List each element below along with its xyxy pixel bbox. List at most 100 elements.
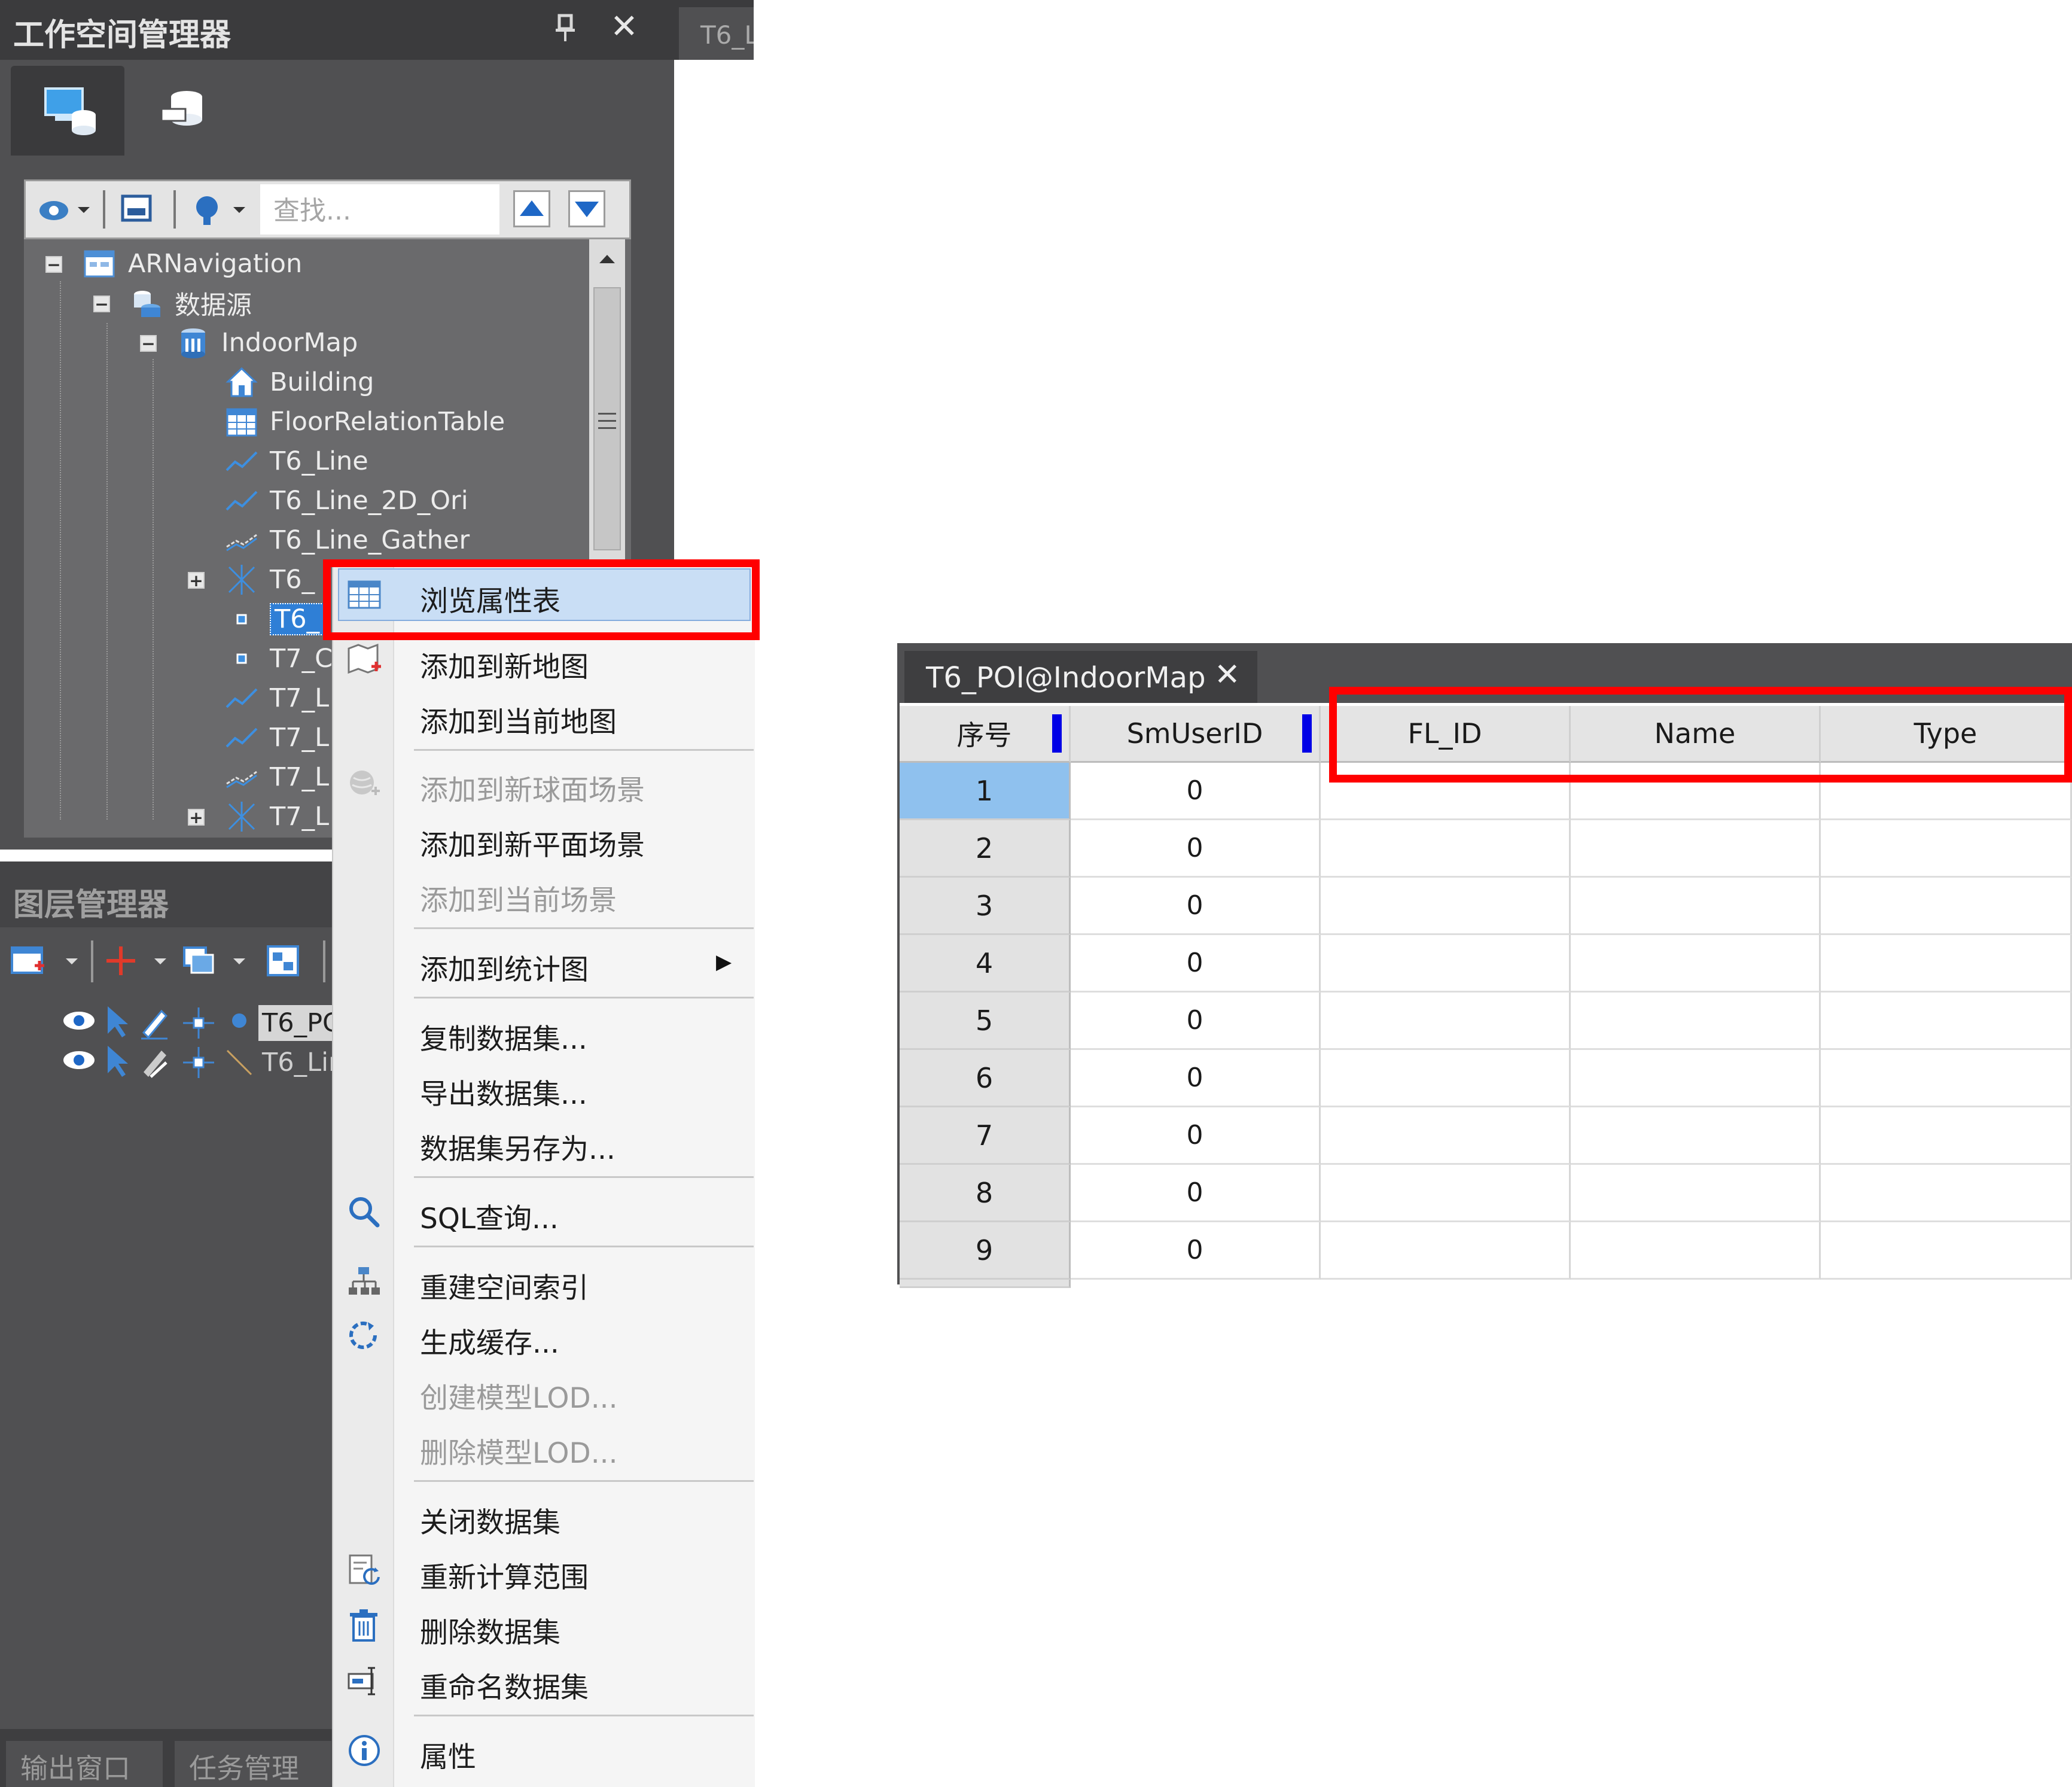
row-index-cell[interactable]: 9 xyxy=(900,1222,1071,1280)
row-index-cell[interactable]: 5 xyxy=(900,993,1071,1050)
layer-row[interactable] xyxy=(60,1042,257,1082)
map-canvas[interactable] xyxy=(674,60,754,562)
tree-item-datasources[interactable]: 数据源 xyxy=(129,284,252,323)
table-cell-type[interactable] xyxy=(1821,1107,2072,1165)
add-item-icon[interactable] xyxy=(103,942,175,981)
table-cell-fl-id[interactable] xyxy=(1321,935,1571,993)
column-header-index[interactable]: 序号 xyxy=(900,706,1071,763)
table-cell-smuserid[interactable]: 0 xyxy=(1071,935,1321,993)
column-header-smuserid[interactable]: SmUserID xyxy=(1071,706,1321,763)
menu-item-add-to-current-map[interactable]: 添加到当前地图 xyxy=(333,690,754,741)
tree-item-dataset[interactable]: T6_Line_2D_Ori xyxy=(224,481,468,520)
table-cell-name[interactable] xyxy=(1571,1107,1821,1165)
table-cell-type[interactable] xyxy=(1821,1222,2072,1280)
tree-item-dataset[interactable]: FloorRelationTable xyxy=(224,402,505,442)
table-cell-name[interactable] xyxy=(1571,820,1821,878)
layer-properties-icon[interactable] xyxy=(263,942,305,981)
row-index-cell[interactable]: 1 xyxy=(900,763,1071,820)
tree-item-workspace[interactable]: ARNavigation xyxy=(83,244,302,284)
table-cell-fl-id[interactable] xyxy=(1321,993,1571,1050)
workspace-tree-tab[interactable] xyxy=(11,66,124,156)
menu-item-export-dataset[interactable]: 导出数据集... xyxy=(333,1063,754,1113)
tree-item-dataset[interactable]: T6_Line xyxy=(224,442,368,481)
table-cell-smuserid[interactable]: 0 xyxy=(1071,1222,1321,1280)
layer-stack-tab[interactable] xyxy=(138,66,233,156)
view-mode-icon[interactable] xyxy=(36,190,93,229)
tab-output-window[interactable]: 输出窗口 xyxy=(6,1741,163,1787)
table-cell-type[interactable] xyxy=(1821,1050,2072,1107)
table-cell-smuserid[interactable]: 0 xyxy=(1071,820,1321,878)
tree-expand-toggle[interactable]: + xyxy=(188,809,205,826)
tree-item-dataset[interactable]: T7_L xyxy=(224,678,329,718)
table-cell-name[interactable] xyxy=(1571,1222,1821,1280)
tree-item-dataset[interactable]: Building xyxy=(224,363,374,402)
menu-item-close-dataset[interactable]: 关闭数据集 xyxy=(333,1491,754,1541)
tab-task-manager[interactable]: 任务管理 xyxy=(175,1741,331,1787)
table-cell-name[interactable] xyxy=(1571,878,1821,935)
table-cell-smuserid[interactable]: 0 xyxy=(1071,1165,1321,1222)
table-cell-fl-id[interactable] xyxy=(1321,1107,1571,1165)
previous-result-button[interactable] xyxy=(513,190,550,227)
tree-scrollbar-thumb[interactable] xyxy=(593,287,621,550)
table-cell-type[interactable] xyxy=(1821,1165,2072,1222)
table-cell-smuserid[interactable]: 0 xyxy=(1071,993,1321,1050)
table-cell-fl-id[interactable] xyxy=(1321,1165,1571,1222)
table-cell-fl-id[interactable] xyxy=(1321,1222,1571,1280)
tree-item-dataset[interactable]: T6_Line_Gather xyxy=(224,520,470,560)
table-cell-smuserid[interactable]: 0 xyxy=(1071,1050,1321,1107)
tree-search-box[interactable] xyxy=(260,184,499,235)
tree-item-selected-dataset[interactable]: T6_ xyxy=(224,599,325,639)
tree-item-dataset[interactable]: T7_L xyxy=(224,757,329,797)
table-cell-type[interactable] xyxy=(1821,820,2072,878)
layer-group-icon[interactable] xyxy=(179,942,251,981)
table-cell-type[interactable] xyxy=(1821,935,2072,993)
row-index-cell[interactable]: 8 xyxy=(900,1165,1071,1222)
table-cell-smuserid[interactable]: 0 xyxy=(1071,763,1321,820)
menu-item-recalculate-bounds[interactable]: 重新计算范围 xyxy=(333,1546,754,1596)
table-cell-name[interactable] xyxy=(1571,1050,1821,1107)
tree-item-dataset[interactable]: T6_ xyxy=(224,560,315,599)
menu-item-sql-query[interactable]: SQL查询... xyxy=(333,1187,754,1237)
tree-collapse-toggle[interactable]: − xyxy=(93,296,110,313)
table-cell-fl-id[interactable] xyxy=(1321,1050,1571,1107)
table-cell-name[interactable] xyxy=(1571,935,1821,993)
scroll-up-icon[interactable] xyxy=(593,245,621,273)
menu-item-properties[interactable]: 属性 xyxy=(333,1725,754,1776)
next-result-button[interactable] xyxy=(568,190,605,227)
row-index-cell[interactable]: 4 xyxy=(900,935,1071,993)
menu-item-rename-dataset[interactable]: 重命名数据集 xyxy=(333,1656,754,1706)
tree-item-indoormap[interactable]: IndoorMap xyxy=(176,323,358,363)
row-index-cell[interactable]: 2 xyxy=(900,820,1071,878)
pin-icon[interactable] xyxy=(553,13,577,43)
row-index-cell[interactable]: 6 xyxy=(900,1050,1071,1107)
locate-icon[interactable] xyxy=(185,190,251,229)
table-cell-type[interactable] xyxy=(1821,878,2072,935)
add-layer-icon[interactable] xyxy=(8,942,80,981)
tree-search-input[interactable] xyxy=(272,195,490,227)
tree-item-dataset[interactable]: T7_L xyxy=(224,718,329,757)
row-index-cell[interactable]: 3 xyxy=(900,878,1071,935)
tree-item-dataset[interactable]: T7_C xyxy=(224,639,333,678)
menu-item-add-to-new-planar-scene[interactable]: 添加到新平面场景 xyxy=(333,814,754,864)
table-cell-type[interactable] xyxy=(1821,993,2072,1050)
close-icon[interactable]: ✕ xyxy=(610,7,638,46)
menu-item-copy-dataset[interactable]: 复制数据集... xyxy=(333,1007,754,1058)
menu-item-rebuild-spatial-index[interactable]: 重建空间索引 xyxy=(333,1256,754,1307)
menu-item-delete-dataset[interactable]: 删除数据集 xyxy=(333,1601,754,1651)
tree-expand-toggle[interactable]: + xyxy=(188,572,205,589)
table-cell-fl-id[interactable] xyxy=(1321,820,1571,878)
menu-item-generate-cache[interactable]: 生成缓存... xyxy=(333,1311,754,1362)
menu-item-add-to-chart[interactable]: 添加到统计图 ▶ xyxy=(333,938,754,988)
tree-collapse-toggle[interactable]: − xyxy=(45,256,62,273)
layer-row[interactable] xyxy=(60,1003,257,1042)
table-cell-name[interactable] xyxy=(1571,993,1821,1050)
menu-item-add-to-new-map[interactable]: 添加到新地图 xyxy=(333,635,754,686)
menu-item-save-dataset-as[interactable]: 数据集另存为... xyxy=(333,1118,754,1168)
tree-collapse-toggle[interactable]: − xyxy=(140,335,157,352)
open-dataset-icon[interactable] xyxy=(117,190,159,229)
layer-label[interactable]: T6_PC xyxy=(258,1005,345,1041)
row-index-cell[interactable]: 7 xyxy=(900,1107,1071,1165)
map-document-tab[interactable]: T6_L xyxy=(679,7,754,60)
table-cell-smuserid[interactable]: 0 xyxy=(1071,878,1321,935)
table-cell-smuserid[interactable]: 0 xyxy=(1071,1107,1321,1165)
